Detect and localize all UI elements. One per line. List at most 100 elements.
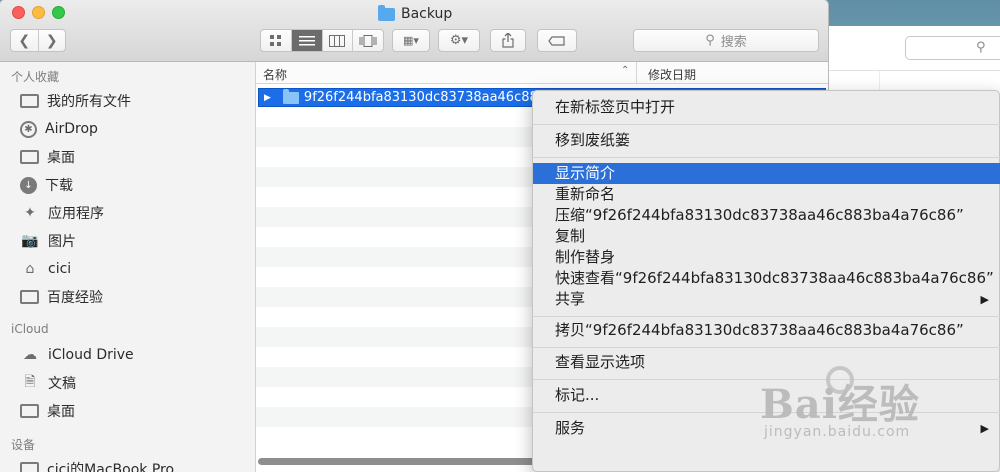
sidebar-item-label: 桌面 [47,150,75,166]
menu-item-label: 重新命名 [555,185,616,203]
sidebar-item-all-files[interactable]: 我的所有文件 [20,90,131,112]
menu-item-label: 在新标签页中打开 [555,98,676,116]
divider [829,70,1000,71]
menu-item-label: 制作替身 [555,248,616,266]
menu-separator [533,157,1000,158]
menu-item-duplicate[interactable]: 复制 [533,226,1000,247]
menu-item-compress[interactable]: 压缩“9f26f244bfa83130dc83738aa46c883ba4a76… [533,205,1000,226]
column-name-header[interactable]: 名称 [263,66,287,83]
watermark-url: jingyan.baidu.com [764,424,911,440]
sidebar-item-label: 图片 [48,234,76,250]
sidebar-heading-devices: 设备 [11,438,36,452]
maximize-button[interactable] [52,6,65,19]
back-forward-buttons: ❮ ❯ [10,29,66,52]
cover-flow-icon [359,34,377,47]
sidebar-item-downloads[interactable]: ↓ 下载 [20,174,73,196]
downloads-icon: ↓ [20,176,37,194]
action-button[interactable]: ⚙▾ [438,29,480,52]
submenu-arrow-icon: ▶ [980,293,989,306]
menu-separator [533,124,1000,125]
menu-item-show-view-options[interactable]: 查看显示选项 [533,352,1000,373]
list-icon [298,35,315,45]
columns-icon [329,34,346,47]
menu-item-rename[interactable]: 重新命名 [533,184,1000,205]
title-bar: Backup ❮ ❯ ▦▾ ⚙▾ ⚲ 搜索 [0,0,828,62]
menu-item-label: 快速查看“9f26f244bfa83130dc83738aa46c883ba4a… [555,269,994,287]
menu-item-quick-look[interactable]: 快速查看“9f26f244bfa83130dc83738aa46c883ba4a… [533,268,1000,289]
window-title-text: Backup [401,6,453,22]
menu-item-label: 压缩“9f26f244bfa83130dc83738aa46c883ba4a76… [555,206,964,224]
sidebar-item-label: 我的所有文件 [47,94,131,110]
documents-icon: 🗎 [24,374,36,390]
applications-icon: ✦ [24,205,36,221]
forward-button[interactable]: ❯ [39,33,66,49]
sidebar-item-label: iCloud Drive [48,347,134,363]
sidebar-item-label: 桌面 [47,404,75,420]
menu-item-copy[interactable]: 拷贝“9f26f244bfa83130dc83738aa46c883ba4a76… [533,320,1000,341]
baidu-paw-logo [826,366,854,394]
sidebar-item-applications[interactable]: ✦ 应用程序 [20,202,104,224]
sidebar-item-airdrop[interactable]: ✱ AirDrop [20,118,98,140]
sort-chevron-icon: ⌃ [621,65,630,76]
arrange-icon: ▦▾ [403,34,419,47]
submenu-arrow-icon: ▶ [980,422,989,435]
menu-item-move-to-trash[interactable]: 移到废纸篓 [533,130,1000,151]
icon-view-button[interactable] [261,30,292,51]
menu-item-get-info[interactable]: 显示简介 [533,163,1000,184]
watermark: Bai经验 jingyan.baidu.com [760,366,920,440]
menu-item-label: 显示简介 [555,164,616,182]
folder-icon [378,4,395,21]
menu-item-label: 查看显示选项 [555,353,646,371]
menu-item-label: 复制 [555,227,586,245]
column-view-button[interactable] [323,30,354,51]
all-files-icon [20,94,39,108]
back-button[interactable]: ❮ [11,33,38,49]
menu-item-make-alias[interactable]: 制作替身 [533,247,1000,268]
sidebar-item-label: AirDrop [45,121,98,137]
column-header: 名称 ⌃ 修改日期 [256,62,828,84]
menu-item-share[interactable]: 共享 ▶ [533,289,1000,310]
sidebar-item-desktop[interactable]: 桌面 [20,146,75,168]
background-search-field[interactable]: ⚲ [905,36,1000,60]
cloud-icon: ☁ [23,347,37,363]
sidebar-item-label: 文稿 [48,376,76,392]
divider [636,62,637,84]
share-icon [502,33,514,48]
menu-item-label: 共享 [555,290,586,308]
column-date-header[interactable]: 修改日期 [648,66,696,83]
folder-icon [20,290,39,304]
sidebar-heading-icloud: iCloud [11,322,49,336]
gear-icon: ⚙▾ [449,33,469,48]
sidebar-item-label: cici [48,261,72,277]
laptop-icon [20,462,39,472]
desktop-icon [20,404,39,418]
sidebar-item-icloud-drive[interactable]: ☁ iCloud Drive [20,344,134,366]
sidebar-item-icloud-desktop[interactable]: 桌面 [20,400,75,422]
sidebar: 个人收藏 我的所有文件 ✱ AirDrop 桌面 ↓ 下载 ✦ 应用程序 📷 图… [0,62,256,472]
share-button[interactable] [490,29,526,52]
sidebar-item-pictures[interactable]: 📷 图片 [20,230,76,252]
sidebar-heading-favorites: 个人收藏 [11,70,60,84]
search-placeholder: 搜索 [720,35,747,50]
sidebar-item-label: 应用程序 [48,206,104,222]
airdrop-icon: ✱ [20,120,37,138]
sidebar-item-baidu-jingyan[interactable]: 百度经验 [20,286,103,308]
arrange-button[interactable]: ▦▾ [392,29,430,52]
search-field[interactable]: ⚲ 搜索 [633,29,819,52]
disclosure-triangle-icon[interactable]: ▶ [264,93,271,103]
menu-item-label: 服务 [555,419,586,437]
home-icon: ⌂ [25,261,35,277]
minimize-button[interactable] [32,6,45,19]
window-title: Backup [378,4,453,23]
close-button[interactable] [12,6,25,19]
menu-item-open-in-new-tab[interactable]: 在新标签页中打开 [533,97,1000,118]
search-icon: ⚲ [705,33,715,48]
folder-icon [282,88,299,104]
menu-separator [533,316,1000,317]
gallery-view-button[interactable] [353,30,383,51]
list-view-button[interactable] [291,30,323,51]
sidebar-item-documents[interactable]: 🗎 文稿 [20,372,76,394]
sidebar-item-macbook[interactable]: cici的MacBook Pro [20,458,174,472]
sidebar-item-home[interactable]: ⌂ cici [20,258,72,280]
tag-button[interactable] [537,29,577,52]
